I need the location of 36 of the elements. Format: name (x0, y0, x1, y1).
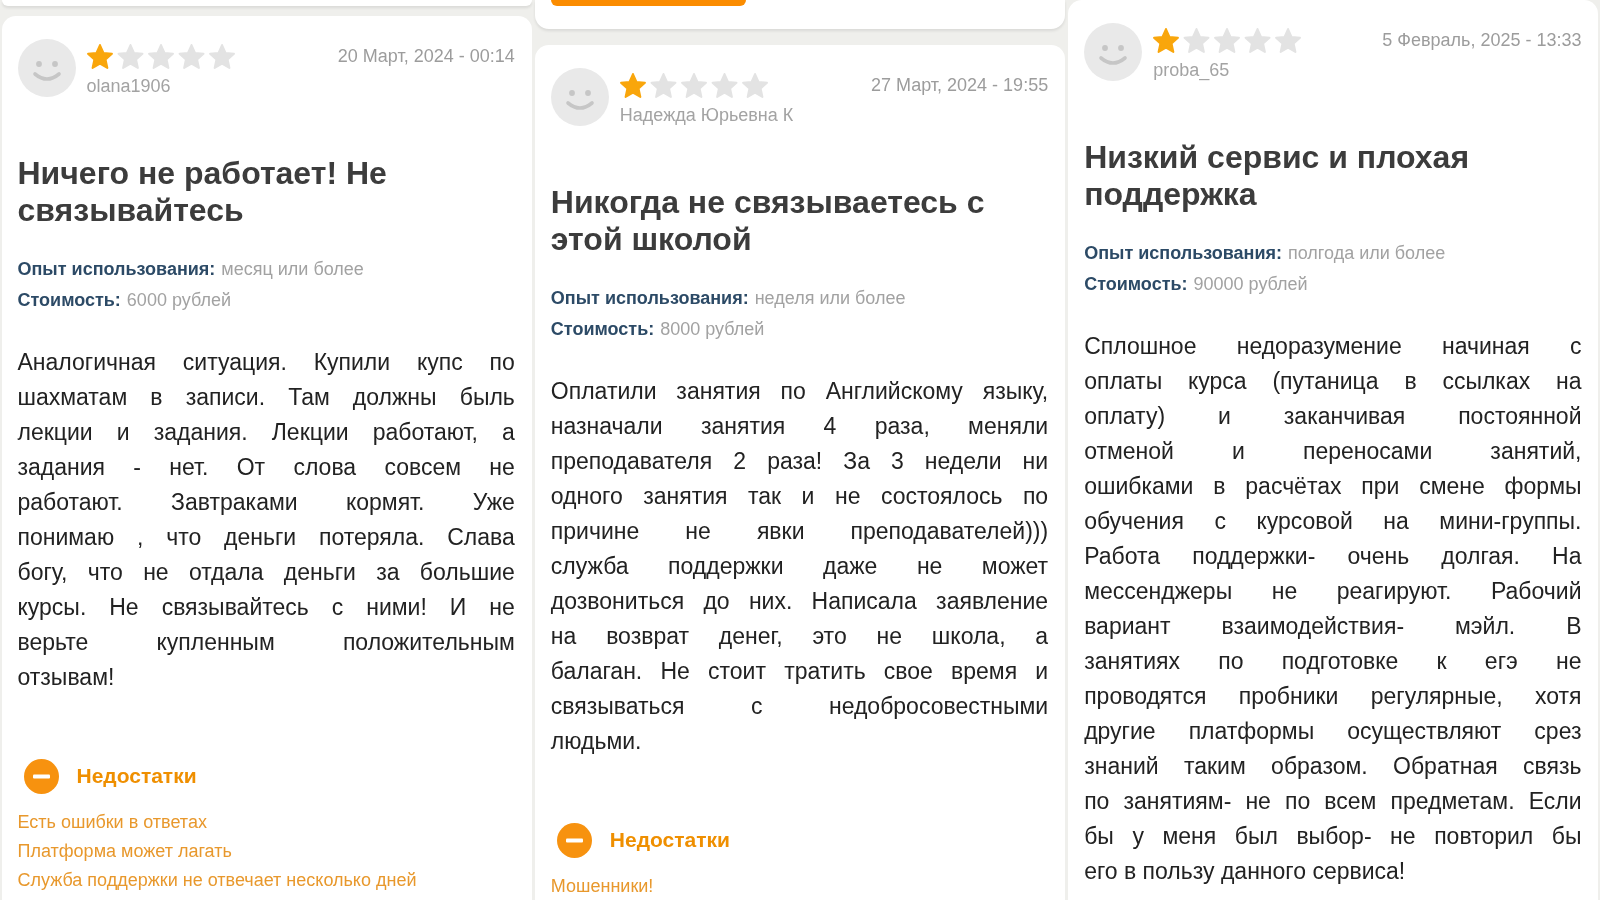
detail-value: неделя или более (754, 287, 906, 310)
review-date: 27 Март, 2024 - 19:55 (870, 74, 1049, 96)
detail-label: Опыт использования: (17, 258, 216, 281)
username: olana1906 (86, 75, 171, 97)
cons-item: Служба поддержки не отвечает несколько дней (17, 869, 417, 891)
review-title: Низкий сервис и плохая поддержка (1084, 139, 1471, 213)
cons-heading: Недостатки (609, 828, 730, 852)
cons-item: Платформа может лагать (17, 840, 232, 862)
cons-item: Есть ошибки в ответах (17, 811, 207, 833)
smiley-avatar-icon (1084, 23, 1143, 81)
action-button[interactable] (550, 0, 746, 6)
review-date: 20 Март, 2024 - 00:14 (337, 45, 515, 67)
smiley-avatar-icon (17, 39, 76, 97)
detail-value: месяц или более (221, 258, 364, 281)
detail-value: 90000 рублей (1193, 273, 1308, 296)
review-date: 5 Февраль, 2025 - 13:33 (1382, 29, 1582, 51)
review-title: Никогда не связываетесь с этой школой (550, 184, 986, 258)
cons-heading: Недостатки (76, 764, 197, 788)
review-title: Ничего не работает! Не связывайтесь (17, 155, 388, 229)
review-text: Оплатили занятия по Английскому языку, назначали занятия 4 раза, меняли преподавателя 2 раза! За 3 недели ни одного занятия так и не состоялось по причине не явки преподавателей))) служба поддержки даже не может дозвониться до них. Написала заявление на возврат денег, это не школа, а балаган. Не стоит тратить свое время и связываться с недобросовестными людьми. (550, 377, 1049, 756)
detail-label: Стоимость: (17, 289, 121, 312)
detail-value: полгода или более (1288, 242, 1446, 265)
cons-item: Мошенники! (550, 875, 654, 897)
minus-circle-icon (23, 758, 59, 794)
detail-label: Опыт использования: (1084, 242, 1282, 265)
detail-value: 6000 рублей (126, 289, 231, 312)
username: Надежда Юрьевна К (619, 104, 794, 126)
detail-label: Опыт использования: (550, 287, 749, 310)
review-text: Аналогичная ситуация. Купили купс по шахматам в записи. Там должны быль лекции и задания. Лекции работают, а задания - нет. От слова совсем не работают. Завтраками кормят. Уже понимаю , что деньги потеряла. Слава богу, что не отдала деньги за большие курсы. Не связывайтесь с ними! И не верьте купленным положительным отзывам! (17, 348, 515, 692)
detail-label: Стоимость: (1084, 273, 1188, 296)
smiley-avatar-icon (550, 68, 609, 126)
detail-label: Стоимость: (550, 318, 655, 341)
review-text: Сплошное недоразумение начиная с оплаты курса (путаница в ссылках на оплату) и заканчивая постоянной отменой и переносами занятий, ошибками в расчётах при смене формы обучения с курсовой на мини-группы. Работа поддержки- очень долгая. На мессенджеры не реагируют. Рабочий вариант взаимодействия- мэйл. В занятиях по подготовке к егэ не проводятся пробники регулярные, хотя другие платформы осуществляют срез знаний таким образом. Обратная связь по занятиям- не по всем предметам. Если бы у меня был выбор- не повторил бы его в пользу данного сервиса! (1084, 332, 1582, 886)
minus-circle-icon (556, 822, 592, 858)
username: proba_65 (1153, 59, 1230, 81)
detail-value: 8000 рублей (660, 318, 765, 341)
